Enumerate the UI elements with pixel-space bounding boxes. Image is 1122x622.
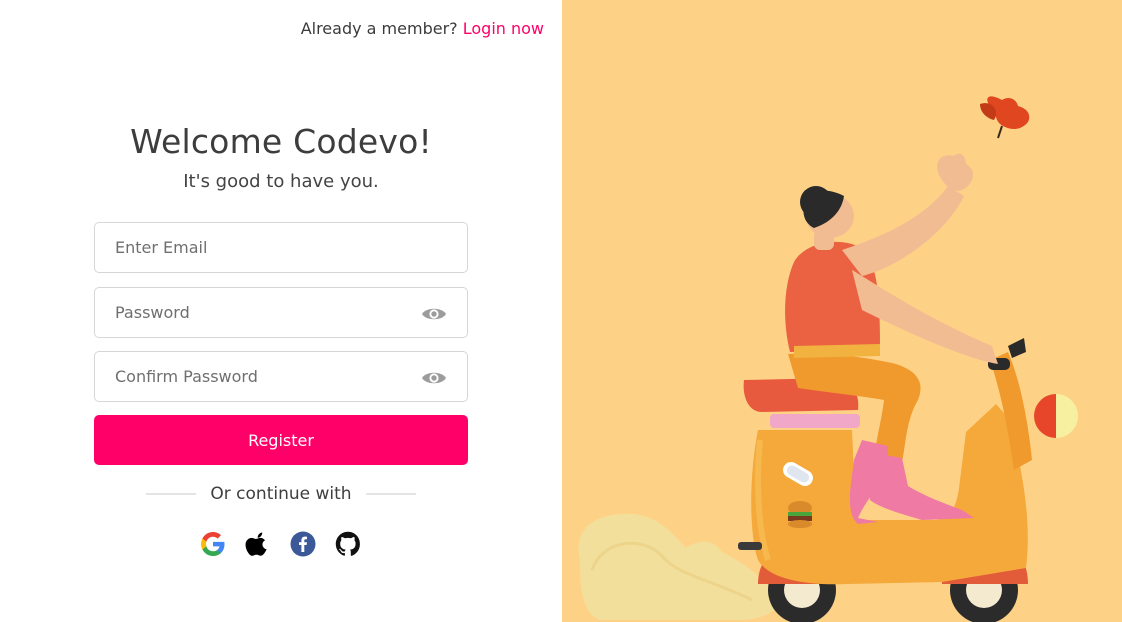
email-field[interactable] (95, 223, 467, 272)
divider-line-left (146, 493, 196, 495)
illustration-panel (562, 0, 1122, 622)
member-text: Already a member? (300, 19, 458, 38)
password-field-box (94, 287, 468, 338)
email-field-box (94, 222, 468, 273)
page-subtitle: It's good to have you. (183, 171, 379, 192)
social-login-row (200, 531, 361, 557)
show-password-eye-icon[interactable] (421, 305, 447, 323)
page-title: Welcome Codevo! (130, 122, 432, 161)
facebook-icon[interactable] (290, 531, 316, 557)
github-icon[interactable] (335, 531, 361, 557)
continue-divider: Or continue with (146, 483, 416, 505)
divider-line-right (366, 493, 416, 495)
signup-panel: Already a member? Login now Welcome Code… (0, 0, 562, 622)
login-now-link[interactable]: Login now (463, 19, 544, 38)
scooter-rider-illustration (578, 96, 1078, 622)
confirm-password-field-box (94, 351, 468, 402)
show-confirm-password-eye-icon[interactable] (421, 369, 447, 387)
password-field[interactable] (95, 288, 467, 337)
login-prompt: Already a member? Login now (301, 19, 544, 38)
confirm-password-field[interactable] (95, 352, 467, 401)
google-icon[interactable] (200, 531, 226, 557)
register-button[interactable]: Register (94, 415, 468, 465)
apple-icon[interactable] (245, 531, 271, 557)
continue-with-text: Or continue with (210, 484, 352, 504)
